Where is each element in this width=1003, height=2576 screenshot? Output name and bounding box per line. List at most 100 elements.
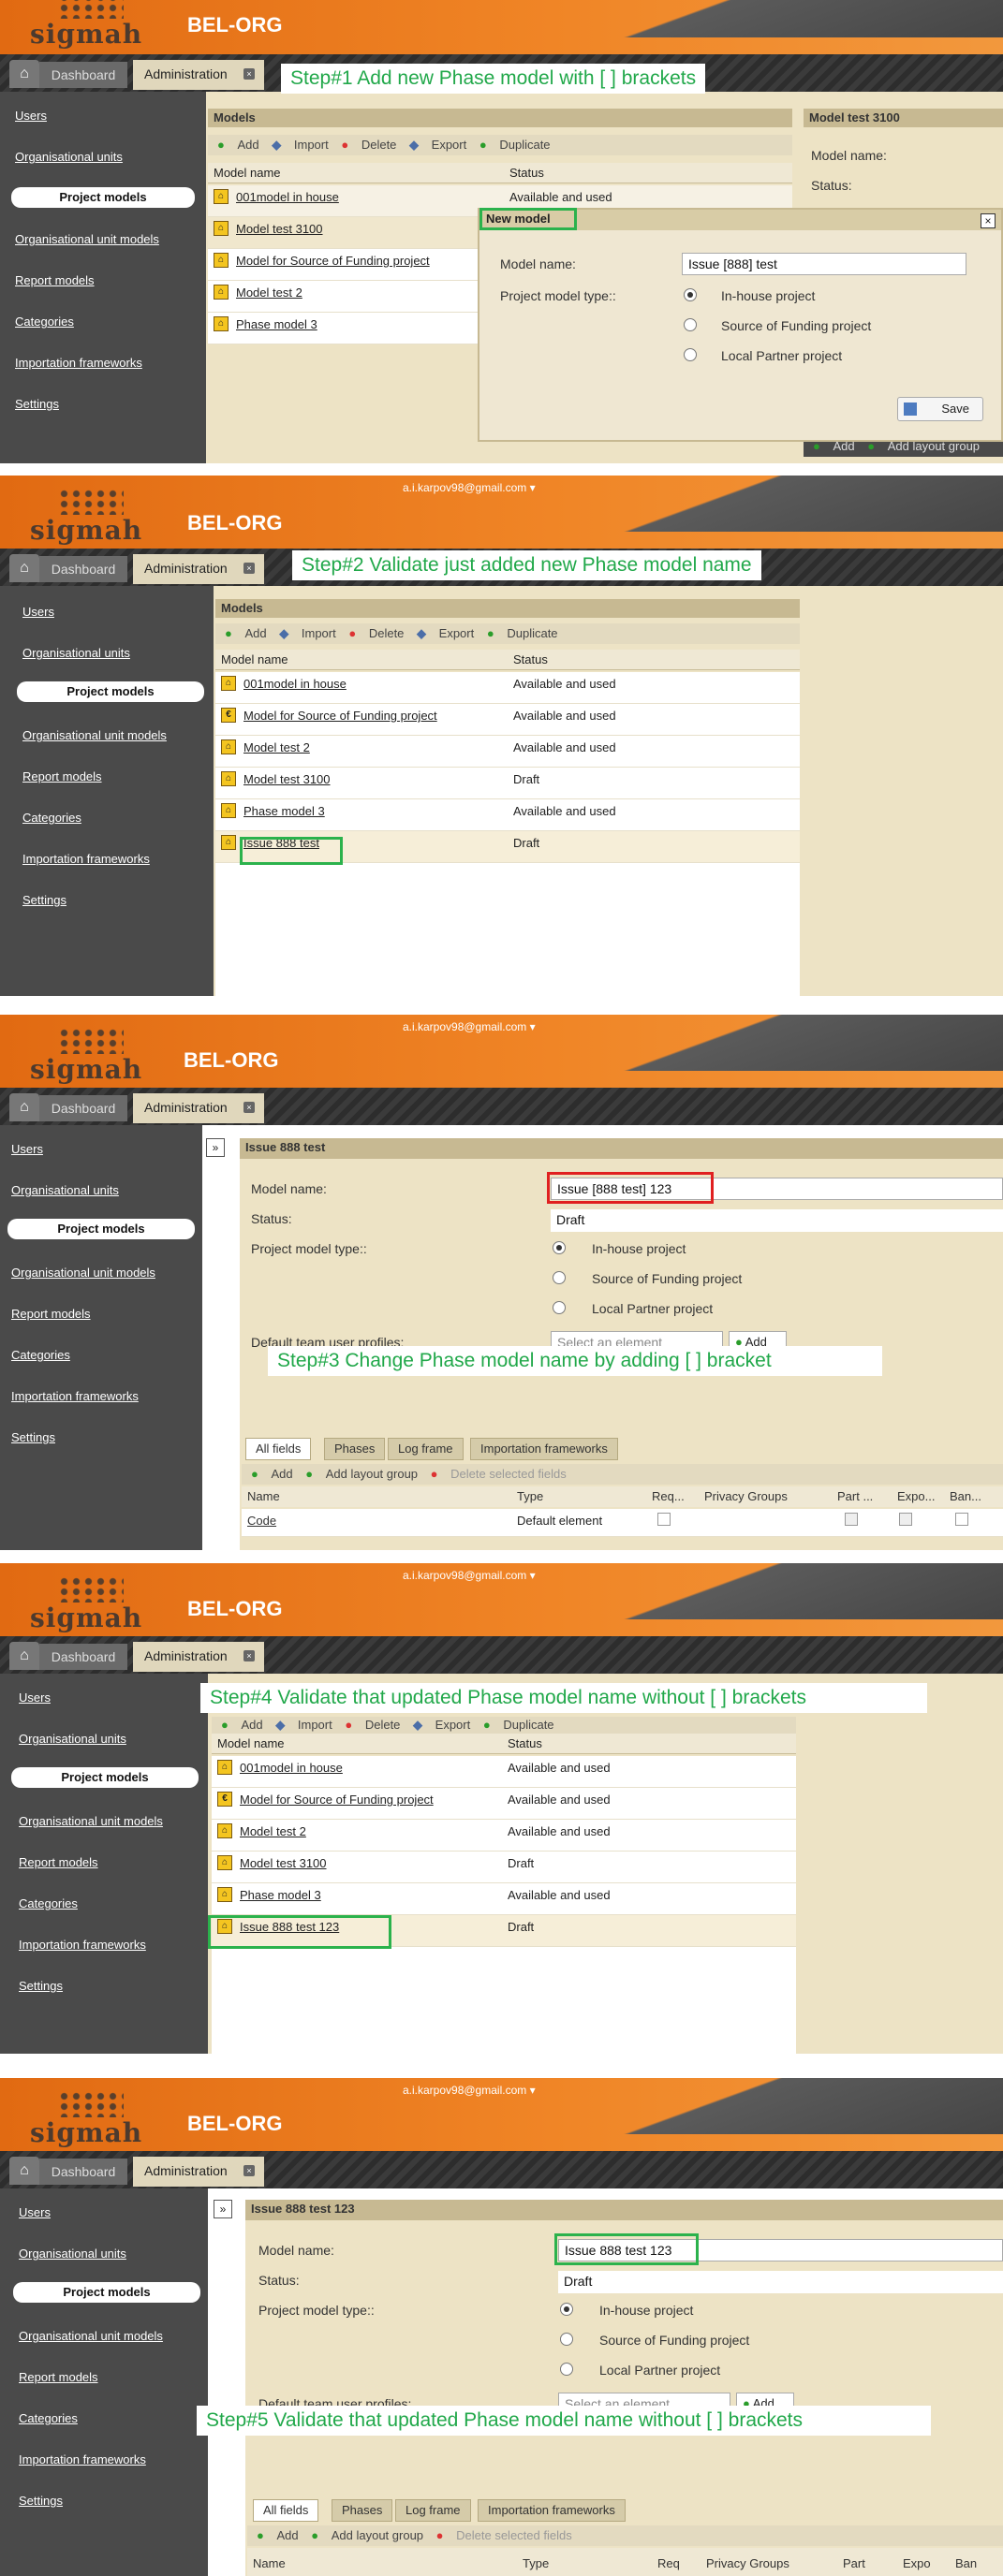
- tab-dashboard[interactable]: Dashboard: [39, 2159, 127, 2185]
- home-icon[interactable]: ⌂: [9, 1093, 39, 1121]
- save-button[interactable]: Save: [897, 397, 983, 421]
- sidebar-item-importation[interactable]: Importation frameworks: [22, 852, 150, 866]
- sidebar-item-users[interactable]: Users: [15, 109, 47, 123]
- tab-administration[interactable]: Administration ×: [133, 554, 264, 584]
- sidebar-item-categories[interactable]: Categories: [22, 811, 81, 825]
- sidebar-item-org-units[interactable]: Organisational units: [22, 646, 130, 660]
- export-checkbox[interactable]: [899, 1513, 912, 1526]
- model-name-input[interactable]: Issue [888] test: [682, 253, 966, 275]
- tab-log-frame[interactable]: Log frame: [395, 2499, 471, 2522]
- sidebar-item-project-models[interactable]: Project models: [7, 1219, 195, 1239]
- sidebar-item-settings[interactable]: Settings: [19, 1979, 63, 1993]
- sidebar-item-org-unit-models[interactable]: Organisational unit models: [19, 1814, 163, 1828]
- radio-funding[interactable]: [560, 2333, 573, 2346]
- add-button[interactable]: ● Add: [221, 1718, 263, 1732]
- tab-importation[interactable]: Importation frameworks: [470, 1438, 618, 1460]
- sidebar-item-report-models[interactable]: Report models: [15, 273, 95, 287]
- tab-dashboard[interactable]: Dashboard: [39, 556, 127, 582]
- sidebar-item-users[interactable]: Users: [11, 1142, 43, 1156]
- table-row[interactable]: ⌂ Model test 2 Available and used: [215, 736, 800, 768]
- sidebar-item-org-units[interactable]: Organisational units: [19, 1732, 126, 1746]
- part-checkbox[interactable]: [845, 1513, 858, 1526]
- sidebar-item-org-units[interactable]: Organisational units: [19, 2247, 126, 2261]
- table-row[interactable]: ⌂ Model test 3100 Draft: [215, 768, 800, 799]
- import-button[interactable]: ◆ Import: [272, 138, 328, 152]
- close-icon[interactable]: ×: [243, 2165, 255, 2176]
- table-row[interactable]: ⌂ 001model in house Available and used: [212, 1756, 796, 1788]
- sidebar-item-report-models[interactable]: Report models: [19, 2370, 98, 2384]
- close-icon[interactable]: ×: [243, 563, 255, 574]
- tab-dashboard[interactable]: Dashboard: [39, 1095, 127, 1121]
- radio-inhouse[interactable]: [560, 2303, 573, 2316]
- add-field-button[interactable]: ● Add: [251, 1467, 293, 1481]
- tab-administration[interactable]: Administration ×: [133, 1642, 264, 1672]
- import-button[interactable]: ◆ Import: [275, 1718, 332, 1732]
- radio-funding[interactable]: [553, 1271, 566, 1284]
- radio-inhouse[interactable]: [684, 288, 697, 301]
- fields-grid-row[interactable]: Code Default element: [242, 1509, 1003, 1537]
- sidebar-item-settings[interactable]: Settings: [22, 893, 66, 907]
- delete-fields-button[interactable]: ● Delete selected fields: [436, 2528, 572, 2542]
- sidebar-item-report-models[interactable]: Report models: [11, 1307, 91, 1321]
- sidebar-item-importation[interactable]: Importation frameworks: [19, 2452, 146, 2466]
- close-icon[interactable]: ×: [981, 213, 996, 228]
- sidebar-item-categories[interactable]: Categories: [19, 2411, 78, 2425]
- table-row[interactable]: ⌂ Phase model 3 Available and used: [212, 1883, 796, 1915]
- expand-icon[interactable]: »: [214, 2200, 232, 2218]
- sidebar-item-report-models[interactable]: Report models: [19, 1855, 98, 1869]
- sidebar-item-users[interactable]: Users: [22, 605, 54, 619]
- radio-funding[interactable]: [684, 318, 697, 331]
- sidebar-item-users[interactable]: Users: [19, 1690, 51, 1705]
- tab-log-frame[interactable]: Log frame: [388, 1438, 464, 1460]
- export-button[interactable]: ◆ Export: [409, 138, 466, 152]
- sidebar-item-org-unit-models[interactable]: Organisational unit models: [11, 1266, 155, 1280]
- tab-dashboard[interactable]: Dashboard: [39, 62, 127, 88]
- export-button[interactable]: ◆ Export: [413, 1718, 470, 1732]
- duplicate-button[interactable]: ● Duplicate: [483, 1718, 554, 1732]
- radio-local[interactable]: [560, 2363, 573, 2376]
- user-email[interactable]: a.i.karpov98@gmail.com ▾: [403, 1020, 536, 1033]
- add-layout-button[interactable]: ● Add layout group: [305, 1467, 418, 1481]
- tab-phases[interactable]: Phases: [332, 2499, 393, 2522]
- sidebar-item-settings[interactable]: Settings: [19, 2494, 63, 2508]
- radio-inhouse[interactable]: [553, 1241, 566, 1254]
- user-email[interactable]: a.i.karpov98@gmail.com ▾: [403, 1569, 536, 1582]
- home-icon[interactable]: ⌂: [9, 60, 39, 88]
- ban-checkbox[interactable]: [955, 1513, 968, 1526]
- home-icon[interactable]: ⌂: [9, 1642, 39, 1670]
- table-row[interactable]: € Model for Source of Funding project Avai…: [212, 1788, 796, 1820]
- add-button[interactable]: ● Add: [217, 138, 259, 152]
- sidebar-item-org-units[interactable]: Organisational units: [15, 150, 123, 164]
- sidebar-item-report-models[interactable]: Report models: [22, 769, 102, 783]
- tab-all-fields[interactable]: All fields: [253, 2499, 319, 2522]
- tab-administration[interactable]: Administration ×: [133, 2157, 264, 2187]
- export-button[interactable]: ◆ Export: [417, 626, 474, 640]
- table-row[interactable]: € Model for Source of Funding project Avai…: [215, 704, 800, 736]
- duplicate-button[interactable]: ● Duplicate: [487, 626, 558, 640]
- import-button[interactable]: ◆ Import: [279, 626, 335, 640]
- add-field-button[interactable]: ● Add: [257, 2528, 299, 2542]
- tab-all-fields[interactable]: All fields: [245, 1438, 312, 1460]
- sidebar-item-project-models[interactable]: Project models: [11, 1767, 199, 1788]
- radio-local[interactable]: [553, 1301, 566, 1314]
- add-button[interactable]: ● Add: [225, 626, 267, 640]
- delete-fields-button[interactable]: ● Delete selected fields: [431, 1467, 567, 1481]
- close-icon[interactable]: ×: [243, 1102, 255, 1113]
- sidebar-item-importation[interactable]: Importation frameworks: [11, 1389, 139, 1403]
- table-row[interactable]: ⌂ Phase model 3 Available and used: [215, 799, 800, 831]
- tab-administration[interactable]: Administration ×: [133, 60, 264, 90]
- sidebar-item-settings[interactable]: Settings: [11, 1430, 55, 1444]
- user-email[interactable]: a.i.karpov98@gmail.com ▾: [403, 481, 536, 494]
- table-row[interactable]: ⌂ 001model in house Available and used: [215, 672, 800, 704]
- radio-local[interactable]: [684, 348, 697, 361]
- sidebar-item-org-unit-models[interactable]: Organisational unit models: [15, 232, 159, 246]
- sidebar-item-project-models[interactable]: Project models: [11, 187, 195, 208]
- sidebar-item-users[interactable]: Users: [19, 2205, 51, 2219]
- tab-dashboard[interactable]: Dashboard: [39, 1644, 127, 1670]
- delete-button[interactable]: ● Delete: [341, 138, 396, 152]
- expand-icon[interactable]: »: [206, 1138, 225, 1157]
- sidebar-item-project-models[interactable]: Project models: [13, 2282, 200, 2303]
- add-layout-button[interactable]: ● Add layout group: [311, 2528, 423, 2542]
- sidebar-item-categories[interactable]: Categories: [15, 315, 74, 329]
- sidebar-item-categories[interactable]: Categories: [11, 1348, 70, 1362]
